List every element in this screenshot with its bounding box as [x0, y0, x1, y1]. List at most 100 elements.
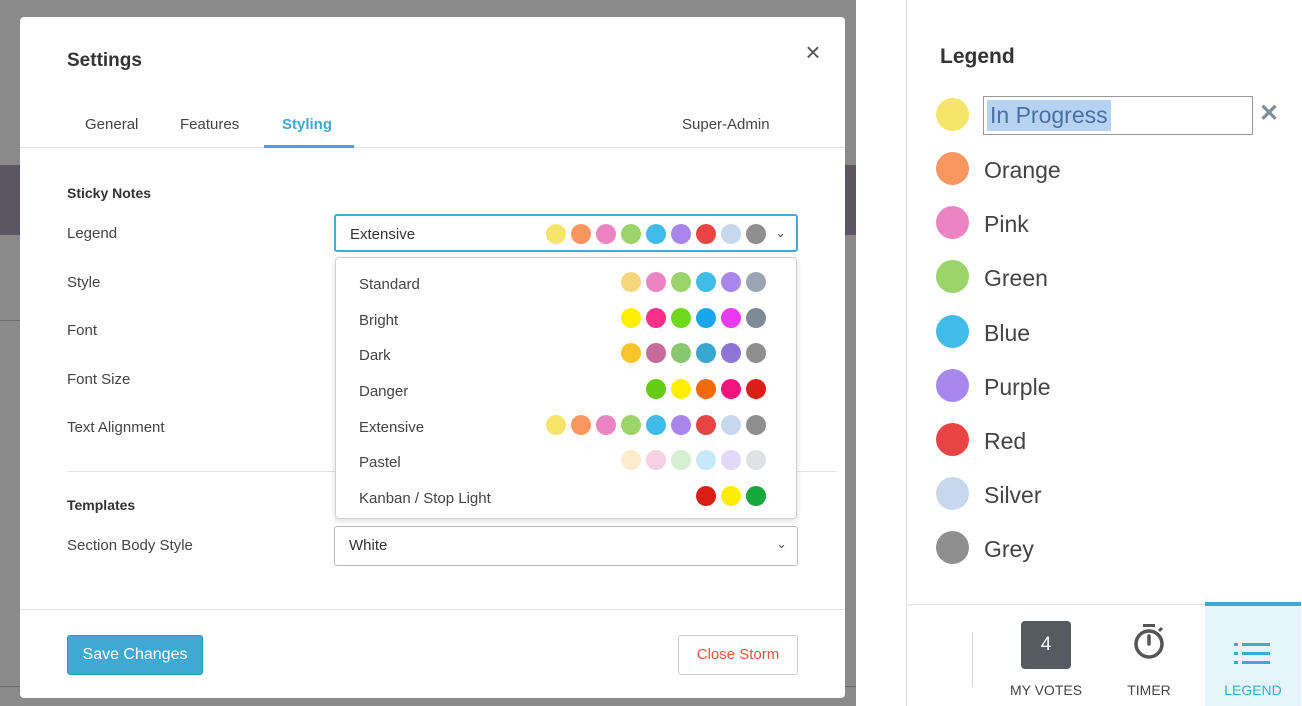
close-storm-button[interactable]: Close Storm [678, 635, 798, 675]
legend-label-input[interactable]: In Progress [983, 96, 1253, 135]
legend-item-label: Red [984, 428, 1027, 454]
my-votes-label: MY VOTES [1009, 682, 1083, 698]
legend-label: LEGEND [1224, 682, 1282, 698]
color-dot [746, 272, 766, 292]
legend-option-standard[interactable]: Standard [336, 266, 796, 300]
legend-item-label: Orange [984, 157, 1061, 183]
legend-item-label: Purple [984, 373, 1051, 400]
option-label: Kanban / Stop Light [359, 490, 491, 507]
color-dot [721, 343, 741, 363]
color-dot [696, 308, 716, 328]
my-votes-button[interactable]: 4 MY VOTES [1001, 605, 1091, 706]
color-dot [721, 486, 741, 506]
legend-item-silver[interactable]: Silver [936, 475, 1296, 515]
selected-text: In Progress [987, 100, 1111, 131]
color-dot [621, 415, 641, 435]
color-dot [721, 308, 741, 328]
list-icon [1234, 643, 1270, 664]
color-dot [621, 343, 641, 363]
tab-super-admin[interactable]: Super-Admin [682, 116, 770, 133]
text-alignment-row-label: Text Alignment [67, 419, 165, 436]
legend-row-label: Legend [67, 225, 118, 242]
templates-heading: Templates [67, 497, 136, 513]
active-indicator [1205, 602, 1301, 606]
color-dot [571, 224, 591, 244]
color-dot [646, 272, 666, 292]
background-divider [0, 320, 20, 321]
color-dot [621, 224, 641, 244]
color-dot [671, 343, 691, 363]
votes-count-badge: 4 [1021, 621, 1071, 669]
chevron-down-icon: ⌄ [776, 536, 787, 551]
legend-color-dot [936, 152, 969, 185]
color-dot [746, 450, 766, 470]
timer-button[interactable]: TIMER [1111, 605, 1187, 706]
legend-color-dot [936, 314, 969, 348]
legend-item-green[interactable]: Green [936, 258, 1296, 298]
timer-label: TIMER [1127, 682, 1171, 698]
dimmed-app-backdrop: Settings × General Features Styling Supe… [0, 0, 856, 706]
tab-features[interactable]: Features [180, 116, 239, 133]
color-dot [746, 224, 766, 244]
legend-item-orange[interactable]: Orange [936, 150, 1296, 190]
legend-select[interactable]: Extensive ⌄ [334, 214, 798, 252]
legend-item-blue[interactable]: Blue [936, 313, 1296, 353]
section-body-style-select[interactable]: White ⌄ [334, 526, 798, 566]
tab-general[interactable]: General [85, 116, 138, 133]
legend-item-red[interactable]: Red [936, 421, 1296, 461]
color-dot [721, 272, 741, 292]
close-icon[interactable]: × [800, 39, 826, 65]
option-label: Extensive [359, 419, 425, 436]
legend-button[interactable]: LEGEND [1205, 602, 1301, 706]
settings-tabs: General Features Styling Super-Admin [20, 110, 845, 148]
legend-option-danger[interactable]: Danger [336, 373, 796, 407]
legend-item-label: Grey [984, 536, 1034, 563]
option-label: Standard [359, 276, 420, 293]
save-changes-button[interactable]: Save Changes [67, 635, 203, 675]
legend-option-dark[interactable]: Dark [336, 337, 796, 371]
legend-option-kanban-stop-light[interactable]: Kanban / Stop Light [336, 480, 796, 514]
legend-item-label: Blue [984, 319, 1031, 346]
legend-option-pastel[interactable]: Pastel [336, 444, 796, 478]
legend-item-purple[interactable]: Purple [936, 367, 1296, 407]
color-dot [696, 415, 716, 435]
legend-option-extensive[interactable]: Extensive [336, 409, 796, 443]
color-dot [646, 343, 666, 363]
color-dot [746, 486, 766, 506]
option-color-preview [621, 272, 766, 292]
settings-modal: Settings × General Features Styling Supe… [20, 17, 845, 698]
color-dot [671, 272, 691, 292]
legend-item-label: Pink [984, 211, 1029, 238]
legend-item-grey[interactable]: Grey [936, 529, 1296, 569]
option-color-preview [646, 379, 766, 399]
legend-color-dot [936, 260, 969, 294]
toolbar-separator [972, 632, 973, 687]
tab-styling[interactable]: Styling [282, 116, 332, 133]
style-row-label: Style [67, 274, 101, 291]
legend-dropdown-menu: Standard Bright Dark Danger Extensive Pa… [335, 257, 797, 519]
font-size-row-label: Font Size [67, 371, 131, 388]
legend-color-dot [936, 531, 969, 565]
option-label: Dark [359, 347, 391, 364]
color-dot [621, 308, 641, 328]
color-dot [696, 450, 716, 470]
color-dot [646, 415, 666, 435]
legend-item-editing: In Progress ✕ [936, 96, 1296, 136]
color-dot [746, 415, 766, 435]
color-dot [696, 224, 716, 244]
option-color-preview [621, 343, 766, 363]
color-dot [721, 415, 741, 435]
color-dot [746, 379, 766, 399]
remove-icon[interactable]: ✕ [1259, 99, 1279, 128]
color-dot [646, 308, 666, 328]
option-label: Danger [359, 383, 409, 400]
color-dot [646, 379, 666, 399]
legend-option-bright[interactable]: Bright [336, 302, 796, 336]
color-dot [721, 224, 741, 244]
legend-select-value: Extensive [350, 226, 416, 243]
legend-panel: Legend In Progress ✕ Orange Pink Green Blue… [906, 0, 1302, 706]
color-dot [546, 224, 566, 244]
footer-divider [20, 609, 845, 610]
legend-item-pink[interactable]: Pink [936, 204, 1296, 244]
color-dot [671, 415, 691, 435]
